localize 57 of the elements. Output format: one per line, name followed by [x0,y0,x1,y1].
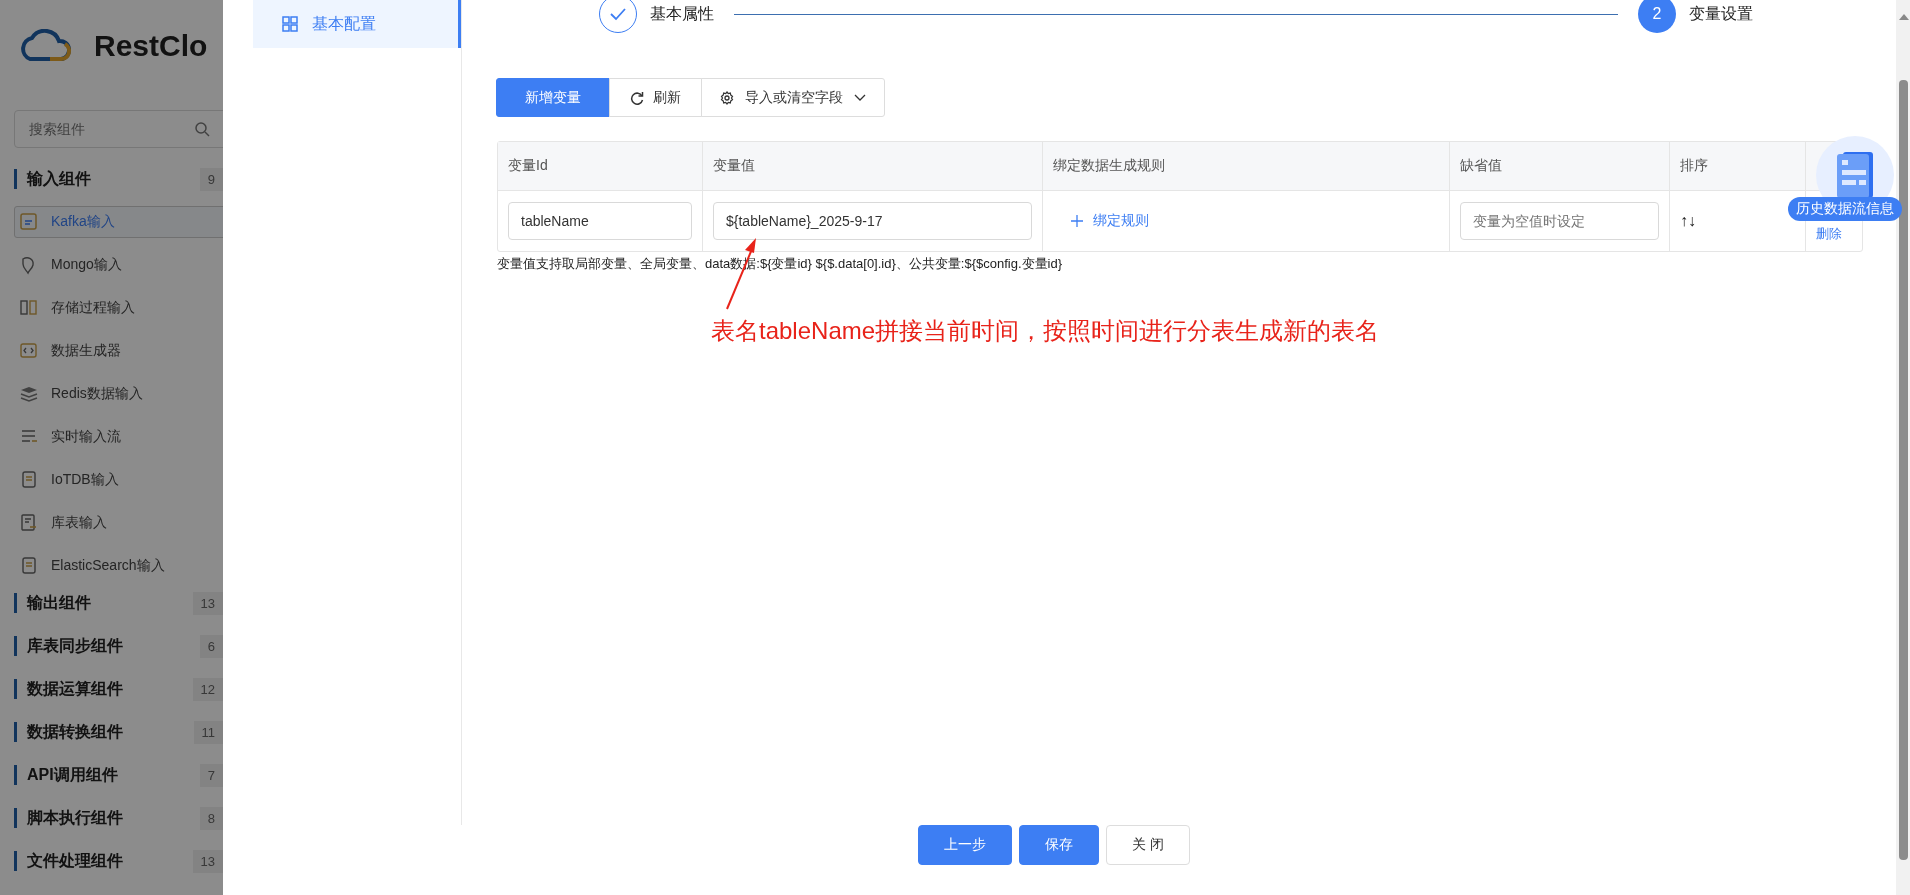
component-item[interactable]: Mongo输入 [14,249,223,281]
sort-arrows[interactable]: ↑↓ [1680,212,1696,230]
component-item[interactable]: 数据生成器 [14,335,223,367]
delete-link[interactable]: 删除 [1816,225,1842,243]
component-icon [19,556,39,576]
plus-icon [1071,215,1083,227]
component-icon [19,470,39,490]
component-item[interactable]: Redis数据输入 [14,378,223,410]
history-flow-button[interactable]: 历史数据流信息 [1788,197,1902,221]
component-item[interactable]: 库表输入 [14,507,223,539]
caret-icon [854,93,866,102]
settings-icon [720,90,734,105]
check-icon [609,7,627,21]
count-badge: 11 [193,720,223,744]
component-item[interactable]: IoTDB输入 [14,464,223,496]
component-item[interactable]: Kafka输入 [14,206,223,238]
count-badge: 12 [192,677,223,701]
column-header: 变量Id [498,142,703,190]
input-field[interactable]: ${tableName}_2025-9-17 [713,202,1032,240]
previous-button[interactable]: 上一步 [918,825,1013,865]
refresh-icon [630,90,644,105]
count-badge: 6 [199,634,223,658]
search-field[interactable]: 搜索组件 [14,110,223,148]
grid-icon [282,16,298,32]
column-header: 排序 [1670,142,1806,190]
add-variable-button[interactable]: 新增变量 [496,78,610,117]
column-header: 缺省值 [1450,142,1670,190]
count-badge: 8 [199,806,223,830]
input-field[interactable]: tableName [508,202,692,240]
annotation-text: 表名tableName拼接当前时间，按照时间进行分表生成新的表名 [711,316,1380,346]
refresh-button[interactable]: 刷新 [609,78,702,117]
logo-text: RestClo [94,29,208,63]
count-badge: 13 [192,591,223,615]
count-badge: 7 [199,763,223,787]
step-label: 变量设置 [1689,3,1753,24]
close-button[interactable]: 关 闭 [1106,825,1190,865]
component-icon [19,384,39,404]
component-icon [19,212,39,232]
component-item[interactable]: ElasticSearch输入 [14,550,223,582]
component-icon [19,298,39,318]
count-badge: 13 [192,849,223,873]
column-header: 绑定数据生成规则 [1043,142,1450,190]
component-item[interactable]: 实时输入流 [14,421,223,453]
search-icon [194,121,210,137]
component-icon [19,513,39,533]
count-badge: 9 [199,167,223,191]
input-field[interactable]: 变量为空值时设定 [1460,202,1659,240]
scrollbar[interactable] [1896,0,1910,895]
step-number: 2 [1638,0,1676,33]
step-label: 基本属性 [650,3,714,24]
import-dropdown-button[interactable]: 导入或清空字段 [701,78,885,117]
component-icon [19,341,39,361]
column-header: 变量值 [703,142,1043,190]
save-button[interactable]: 保存 [1019,825,1100,865]
bind-rule-link[interactable]: 绑定规则 [1053,212,1149,230]
nav-item[interactable]: 基本配置 [253,0,461,48]
component-item[interactable]: 存储过程输入 [14,292,223,324]
